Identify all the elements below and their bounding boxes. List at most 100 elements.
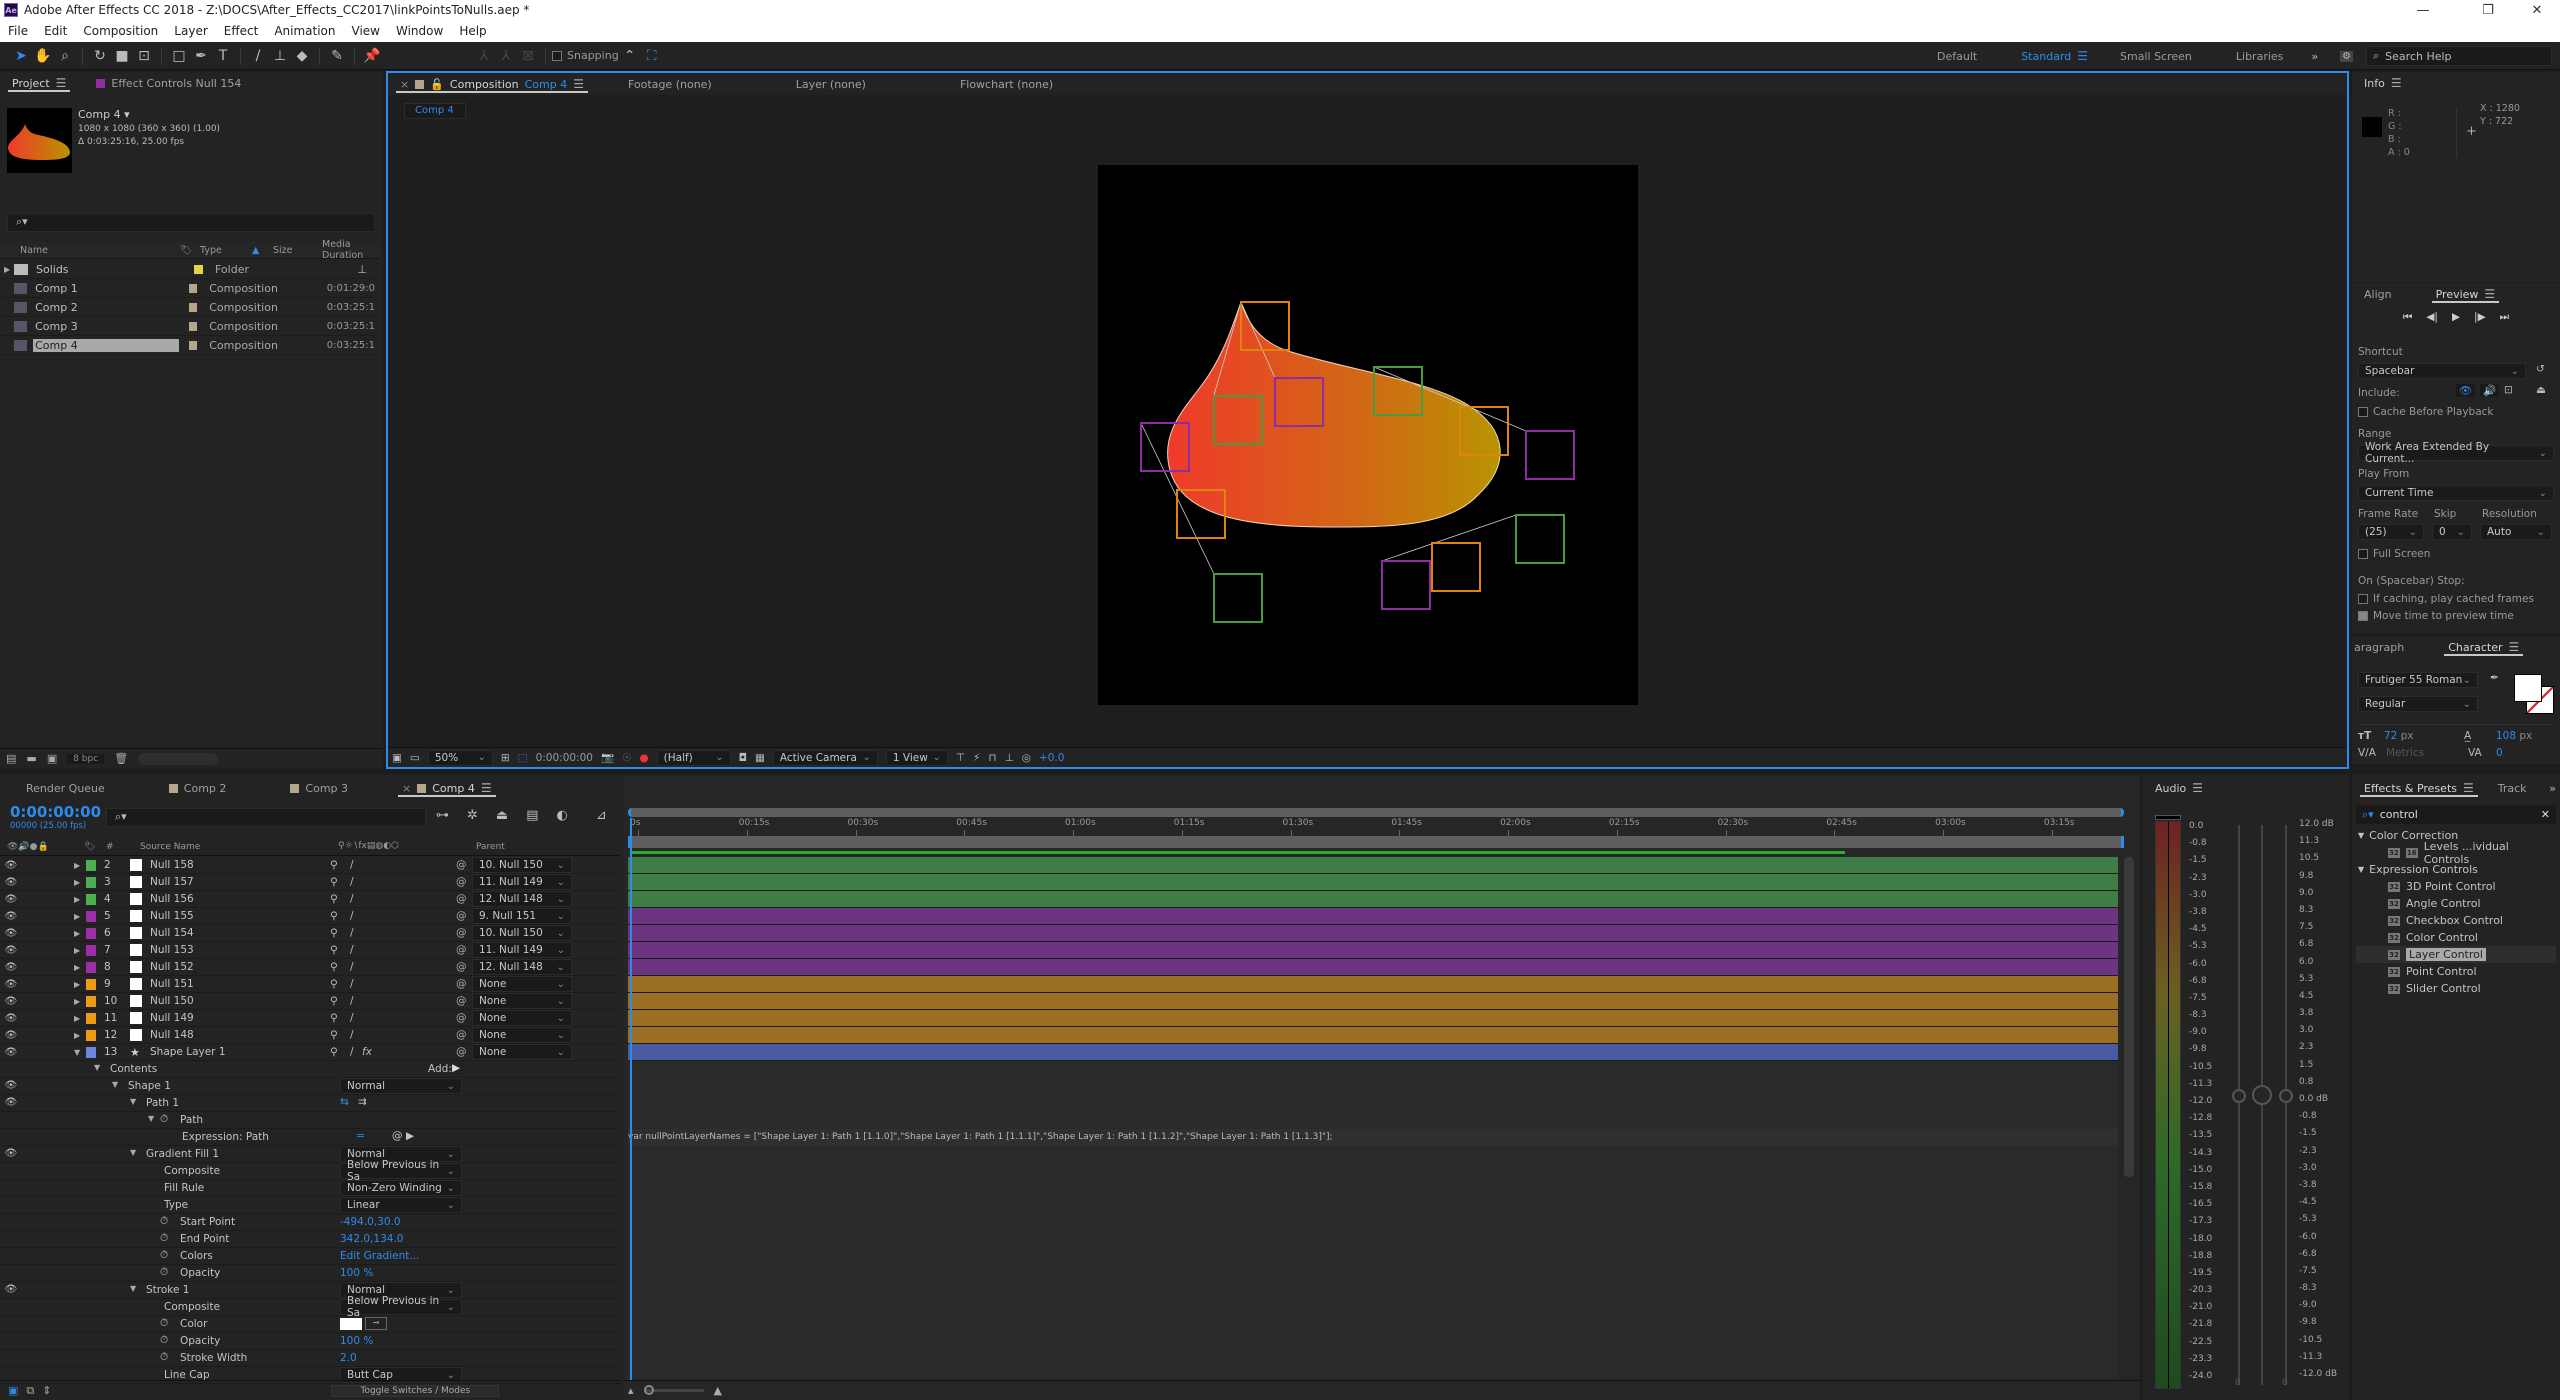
layer-name[interactable]: Null 156	[150, 893, 330, 905]
layer-duration-bar[interactable]	[628, 1010, 2118, 1027]
property-row[interactable]: 👁 ▼ Gradient Fill 1 Normal	[0, 1146, 620, 1163]
stopwatch-icon[interactable]: ⏱	[160, 1334, 168, 1347]
pick-whip-icon[interactable]: @	[456, 893, 472, 905]
timeline-scrollbar[interactable]	[2124, 857, 2134, 1177]
layer-duration-bar[interactable]	[628, 942, 2118, 959]
parent-dropdown[interactable]: None	[472, 1027, 572, 1043]
column-type[interactable]: Type	[200, 245, 222, 256]
property-dropdown[interactable]: Below Previous in Sa	[340, 1159, 462, 1183]
shy-switch-icon[interactable]: ⚲	[330, 876, 350, 888]
fill-color-swatch[interactable]	[2514, 674, 2542, 702]
stopwatch-icon[interactable]: ⏱	[160, 1113, 168, 1126]
twirl-arrow-icon[interactable]: ▶	[74, 1014, 84, 1023]
skip-dropdown[interactable]: 0	[2432, 524, 2472, 540]
visibility-eye-icon[interactable]: 👁	[4, 1097, 18, 1108]
shy-layers-icon[interactable]: ⏏	[496, 808, 508, 823]
magnification-dropdown[interactable]: 50%	[427, 749, 493, 766]
view-axis-icon[interactable]: ⊠	[517, 45, 539, 67]
play-from-dropdown[interactable]: Current Time	[2358, 485, 2554, 501]
add-button-icon[interactable]: ▶	[452, 1062, 460, 1074]
property-dropdown[interactable]: Non-Zero Winding	[340, 1180, 462, 1196]
layer-name[interactable]: Shape Layer 1	[150, 1046, 330, 1058]
effect-item[interactable]: 32 Checkbox Control	[2356, 912, 2556, 929]
menu-composition[interactable]: Composition	[75, 24, 166, 38]
close-button[interactable]: ✕	[2514, 0, 2560, 20]
stopwatch-icon[interactable]: ⏱	[160, 1232, 168, 1245]
layer-row[interactable]: 👁 ▶ 2 Null 158 ⚲ / @10. Null 150	[0, 857, 620, 874]
layer-label-color[interactable]	[86, 859, 96, 871]
layer-label-color[interactable]	[86, 910, 96, 922]
project-item[interactable]: Comp 2 Composition 0:03:25:1	[0, 298, 375, 317]
stroke-color-swatch[interactable]	[340, 1318, 362, 1330]
shy-switch-icon[interactable]: ⚲	[330, 893, 350, 905]
stopwatch-icon[interactable]: ⏱	[160, 1317, 168, 1330]
workspace-default[interactable]: Default	[1915, 50, 1999, 63]
current-time-display[interactable]: 0:00:00:00	[536, 752, 593, 764]
layer-duration-bar[interactable]	[628, 891, 2118, 908]
timeline-current-time[interactable]: 0:00:00:00	[10, 803, 101, 821]
quality-switch-icon[interactable]: /	[350, 910, 362, 922]
snap-features-icon[interactable]: ⛶	[641, 45, 663, 67]
shy-switch-icon[interactable]: ⚲	[330, 910, 350, 922]
property-row[interactable]: ▼ Contents Add: ▶	[0, 1061, 620, 1078]
quality-switch-icon[interactable]: /	[350, 1029, 362, 1041]
twirl-arrow-icon[interactable]: ▶	[74, 895, 84, 904]
label-column-icon[interactable]: 🏷	[180, 245, 192, 256]
property-row[interactable]: 👁 ▼ Shape 1 Normal	[0, 1078, 620, 1095]
effects-switch-icon[interactable]: fx	[362, 1046, 376, 1058]
tab-comp-3[interactable]: Comp 3	[278, 777, 360, 799]
layer-duration-bar[interactable]	[628, 1027, 2118, 1044]
stopwatch-icon[interactable]: ⏱	[160, 1215, 168, 1228]
property-row[interactable]: Type Linear	[0, 1197, 620, 1214]
shy-switch-icon[interactable]: ⚲	[330, 995, 350, 1007]
visibility-eye-icon[interactable]: 👁	[4, 894, 18, 905]
label-color[interactable]	[194, 264, 203, 274]
shortcut-dropdown[interactable]: Spacebar	[2358, 363, 2526, 379]
shy-switch-icon[interactable]: ⚲	[330, 1012, 350, 1024]
pan-behind-tool-icon[interactable]: ⊡	[133, 45, 155, 67]
twirl-arrow-icon[interactable]: ▶	[74, 997, 84, 1006]
property-row[interactable]: ⏱ Opacity 100 %	[0, 1333, 620, 1350]
project-item[interactable]: Comp 1 Composition 0:01:29:0	[0, 279, 375, 298]
layer-label-color[interactable]	[86, 944, 96, 956]
layer-name[interactable]: Null 157	[150, 876, 330, 888]
layer-duration-bar[interactable]	[628, 959, 2118, 976]
reverse-path-icon[interactable]: ⇆	[340, 1096, 349, 1108]
property-row[interactable]: ⏱ Colors Edit Gradient...	[0, 1248, 620, 1265]
twirl-arrow-icon[interactable]: ▶	[74, 878, 84, 887]
effect-item[interactable]: 32 Layer Control	[2356, 946, 2556, 963]
right-channel-slider-track[interactable]	[2285, 825, 2287, 1385]
frame-rate-dropdown[interactable]: (25)	[2358, 524, 2424, 540]
parent-dropdown[interactable]: 12. Null 148	[472, 891, 572, 907]
monitor-icon[interactable]: ▭	[410, 752, 420, 764]
reset-icon[interactable]: ↺	[2536, 363, 2545, 375]
master-slider-track[interactable]	[2261, 825, 2263, 1385]
layer-name[interactable]: Null 149	[150, 1012, 330, 1024]
eyedropper-icon[interactable]: ⊸	[365, 1317, 387, 1330]
twirl-arrow-icon[interactable]: ▶	[74, 929, 84, 938]
shy-switch-icon[interactable]: ⚲	[330, 961, 350, 973]
property-dropdown[interactable]: Normal	[340, 1078, 462, 1094]
property-row[interactable]: ⏱ Opacity 100 %	[0, 1265, 620, 1282]
pick-whip-icon[interactable]: @	[456, 927, 472, 939]
twirl-arrow-icon[interactable]: ▶	[74, 861, 84, 870]
pen-tool-icon[interactable]: ✒	[190, 45, 212, 67]
layer-name[interactable]: Null 158	[150, 859, 330, 871]
new-composition-icon[interactable]: ▣	[47, 752, 57, 765]
pick-whip-icon[interactable]: @	[456, 1012, 472, 1024]
twirl-arrow-icon[interactable]: ▼	[74, 1048, 84, 1057]
property-row[interactable]: 👁 ▼ Path 1 ⇆ ⇉	[0, 1095, 620, 1112]
tab-info[interactable]: Info ☰	[2352, 72, 2414, 94]
time-navigator[interactable]	[628, 808, 2124, 817]
label-color[interactable]	[188, 321, 198, 331]
layer-duration-bar[interactable]	[628, 925, 2118, 942]
visibility-eye-icon[interactable]: 👁	[4, 1080, 18, 1091]
property-value[interactable]: -494.0,30.0	[340, 1216, 401, 1228]
property-value[interactable]: 342.0,134.0	[340, 1233, 403, 1245]
motion-blur-icon[interactable]: ◐	[557, 808, 568, 823]
play-icon[interactable]: ▶	[2452, 311, 2460, 324]
property-row[interactable]: 👁 ▼ Stroke 1 Normal	[0, 1282, 620, 1299]
twirl-arrow-icon[interactable]: ▶	[74, 946, 84, 955]
more-workspaces-icon[interactable]: »	[2311, 50, 2318, 63]
shy-switch-icon[interactable]: ⚲	[330, 944, 350, 956]
